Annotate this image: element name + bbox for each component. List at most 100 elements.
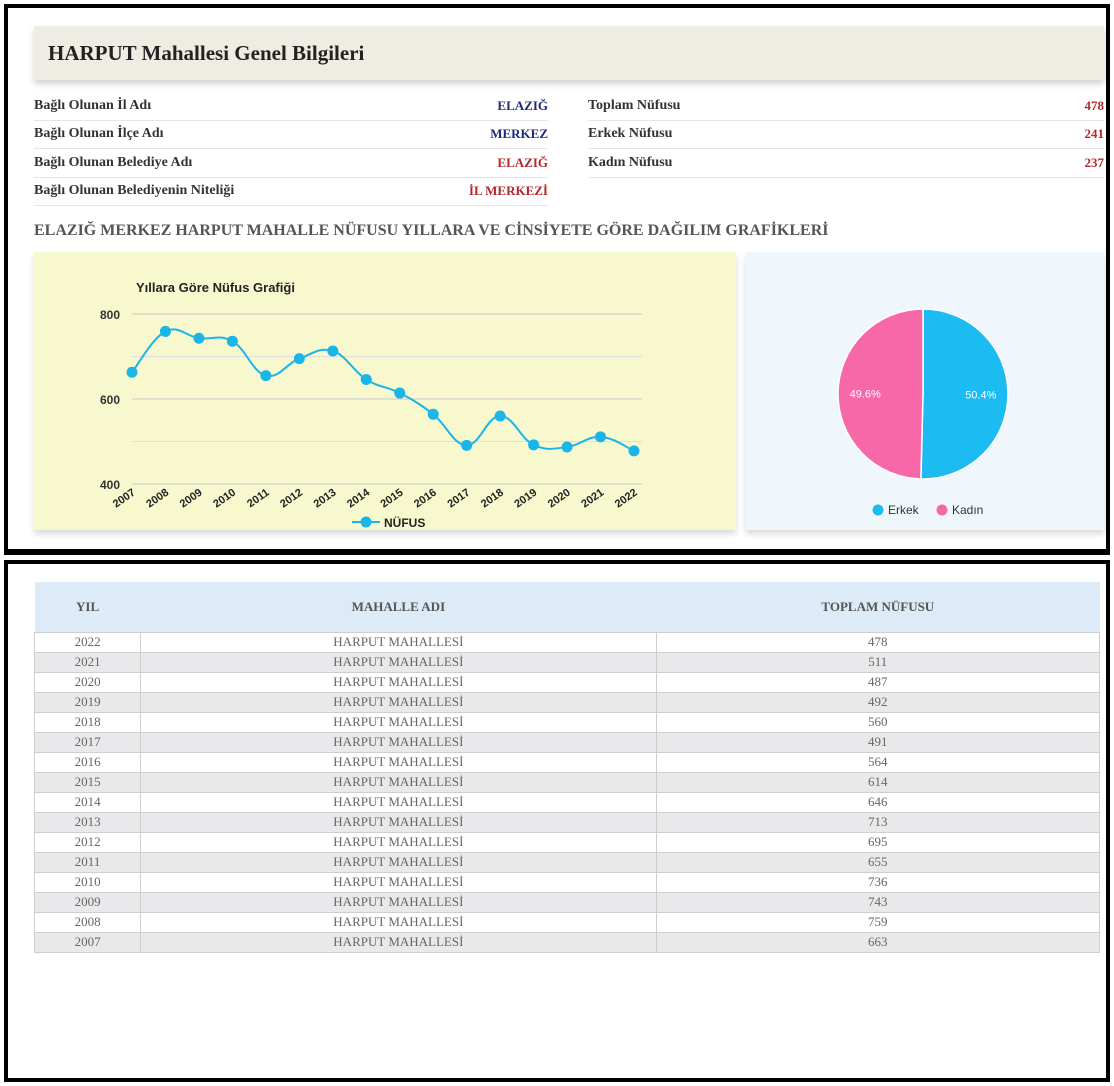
cell-year: 2017 (33, 731, 142, 753)
cell-year: 2011 (33, 851, 142, 873)
legend-label-erkek[interactable]: Erkek (888, 503, 920, 517)
table-row: 2014 HARPUT MAHALLESİ 646 (33, 791, 1101, 813)
cell-year: 2015 (33, 771, 142, 793)
info-value: MERKEZ (490, 126, 548, 142)
data-point[interactable] (293, 353, 305, 365)
cell-total-population: 646 (655, 791, 1101, 813)
info-value: 478 (1084, 97, 1105, 113)
table-row: 2013 HARPUT MAHALLESİ 713 (33, 811, 1101, 833)
data-point[interactable] (159, 325, 171, 337)
x-tick-label: 2012 (278, 487, 305, 511)
data-point[interactable] (360, 373, 372, 385)
info-row: Bağlı Olunan İlçe Adı MERKEZ (34, 121, 548, 149)
data-point[interactable] (528, 439, 540, 451)
cell-neighborhood: HARPUT MAHALLESİ (140, 631, 657, 653)
cell-total-population: 564 (655, 751, 1101, 773)
cell-total-population: 655 (655, 851, 1101, 873)
x-tick-label: 2022 (613, 487, 640, 511)
population-table-panel: YIL MAHALLE ADI TOPLAM NÜFUSU 2022 HARPUT… (4, 560, 1110, 1082)
x-tick-label: 2015 (379, 487, 406, 511)
info-row: Bağlı Olunan Belediyenin Niteliği İL MERK… (34, 178, 548, 206)
legend-swatch (872, 504, 884, 516)
info-label: Kadın Nüfusu (588, 154, 673, 170)
data-point[interactable] (260, 370, 272, 382)
line-chart-title: Yıllara Göre Nüfus Grafiği (136, 280, 295, 295)
x-tick-label: 2011 (245, 487, 271, 511)
cell-total-population: 713 (655, 811, 1101, 833)
legend-marker (360, 516, 372, 528)
cell-total-population: 491 (655, 731, 1101, 753)
data-point[interactable] (427, 408, 439, 420)
info-row: Bağlı Olunan İl Adı ELAZIĞ (34, 92, 548, 121)
cell-total-population: 487 (655, 671, 1101, 693)
table-row: 2011 HARPUT MAHALLESİ 655 (33, 851, 1101, 873)
table-row: 2020 HARPUT MAHALLESİ 487 (33, 671, 1101, 693)
cell-year: 2010 (33, 871, 142, 893)
x-tick-label: 2016 (412, 487, 439, 511)
general-info-panel: HARPUT Mahallesi Genel Bilgileri Bağlı O… (4, 4, 1110, 555)
info-row: Erkek Nüfusu 241 (588, 121, 1105, 149)
data-point[interactable] (126, 366, 138, 378)
info-row: Bağlı Olunan Belediye Adı ELAZIĞ (34, 149, 548, 178)
table-row: 2015 HARPUT MAHALLESİ 614 (33, 771, 1101, 793)
cell-neighborhood: HARPUT MAHALLESİ (140, 691, 657, 713)
info-row: Toplam Nüfusu 478 (588, 92, 1104, 121)
x-tick-label: 2020 (546, 487, 573, 511)
cell-neighborhood: HARPUT MAHALLESİ (140, 851, 657, 873)
cell-neighborhood: HARPUT MAHALLESİ (140, 871, 657, 893)
info-left-list: Bağlı Olunan İl Adı ELAZIĞ Bağlı Olunan İl… (34, 92, 548, 206)
column-header-total-population[interactable]: TOPLAM NÜFUSU (656, 582, 1100, 632)
column-header-neighborhood[interactable]: MAHALLE ADI (140, 582, 657, 632)
pie-chart-card: 50.4% 49.6% Erkek Kadın (746, 252, 1104, 530)
data-point[interactable] (226, 335, 238, 347)
table-row: 2009 HARPUT MAHALLESİ 743 (33, 891, 1101, 913)
data-point[interactable] (394, 387, 406, 399)
data-point[interactable] (461, 439, 473, 451)
cell-total-population: 743 (655, 891, 1101, 913)
cell-neighborhood: HARPUT MAHALLESİ (140, 931, 657, 953)
population-table: YIL MAHALLE ADI TOPLAM NÜFUSU 2022 HARPUT… (33, 582, 1101, 953)
info-value: 237 (1084, 154, 1105, 170)
info-value: 241 (1084, 126, 1105, 142)
legend-swatch (936, 504, 948, 516)
cell-total-population: 478 (655, 631, 1101, 653)
table-row: 2017 HARPUT MAHALLESİ 491 (33, 731, 1101, 753)
x-tick-label: 2021 (579, 487, 606, 511)
y-tick-label: 800 (100, 308, 120, 322)
cell-neighborhood: HARPUT MAHALLESİ (140, 771, 657, 793)
charts-section-title: ELAZIĞ MERKEZ HARPUT MAHALLE NÜFUSU YILL… (34, 222, 829, 239)
x-tick-label: 2017 (445, 487, 472, 511)
cell-year: 2007 (33, 931, 142, 953)
cell-neighborhood: HARPUT MAHALLESİ (140, 891, 657, 913)
cell-year: 2021 (33, 651, 142, 673)
cell-total-population: 663 (655, 931, 1101, 953)
line-chart-card: Yıllara Göre Nüfus Grafiği 400 600 800 2007 2… (34, 252, 736, 530)
table-header-row: YIL MAHALLE ADI TOPLAM NÜFUSU (34, 582, 1100, 632)
cell-total-population: 736 (655, 871, 1101, 893)
cell-neighborhood: HARPUT MAHALLESİ (140, 911, 657, 933)
data-point[interactable] (561, 441, 573, 453)
data-point[interactable] (327, 345, 339, 357)
info-label: Bağlı Olunan İlçe Adı (34, 126, 164, 142)
cell-total-population: 560 (655, 711, 1101, 733)
x-tick-label: 2008 (144, 487, 171, 511)
cell-total-population: 759 (655, 911, 1101, 933)
data-point[interactable] (595, 431, 607, 443)
cell-year: 2014 (33, 791, 142, 813)
legend-label-nufus[interactable]: NÜFUS (384, 515, 425, 530)
info-label: Erkek Nüfusu (588, 126, 673, 142)
cell-year: 2018 (33, 711, 142, 733)
population-series-line (131, 328, 635, 452)
column-header-year[interactable]: YIL (34, 582, 141, 632)
legend-label-kadn[interactable]: Kadın (952, 503, 983, 517)
data-point[interactable] (193, 332, 205, 344)
cell-year: 2012 (33, 831, 142, 853)
data-point[interactable] (628, 445, 640, 457)
population-line-chart: Yıllara Göre Nüfus Grafiği4006008002007 2… (100, 280, 642, 530)
data-point[interactable] (494, 410, 506, 422)
table-row: 2008 HARPUT MAHALLESİ 759 (33, 911, 1101, 933)
info-row: Kadın Nüfusu 237 (588, 149, 1104, 178)
info-value: ELAZIĞ (497, 154, 548, 170)
info-value: İL MERKEZİ (468, 183, 548, 199)
page-title: HARPUT Mahallesi Genel Bilgileri (48, 40, 365, 65)
